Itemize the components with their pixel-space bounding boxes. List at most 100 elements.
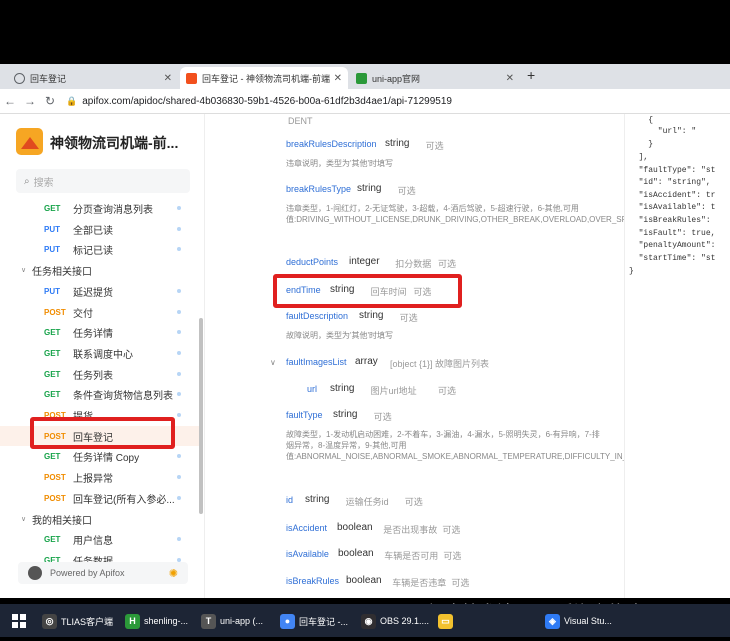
theme-toggle-icon[interactable]: ✺ (169, 567, 178, 580)
sidebar-api-item[interactable]: GET 任务详情 (0, 322, 200, 342)
status-dot (177, 372, 181, 376)
project-logo (16, 128, 43, 155)
param-type: string (333, 409, 358, 420)
sidebar-api-item[interactable]: POST 回车登记(所有入参必... (0, 488, 200, 508)
sidebar-api-item[interactable]: GET 条件查询货物信息列表 (0, 384, 200, 404)
url-field[interactable]: apifox.com/apidoc/shared-4b036830-59b1-4… (82, 96, 452, 107)
http-method-badge: GET (44, 369, 61, 379)
param-fragment: DENT (288, 116, 313, 126)
reload-icon[interactable]: ↻ (40, 94, 60, 108)
obs-icon: ◉ (361, 613, 376, 629)
api-label: 用户信息 (73, 535, 113, 547)
param-body: 故障说明，类型为'其他'时填写 (286, 331, 394, 340)
api-label: 联系调度中心 (73, 349, 133, 361)
status-dot (177, 330, 181, 334)
param-optional: 可选 (397, 186, 416, 196)
browser-tab-1[interactable]: 回车登记 ✕ (8, 67, 178, 89)
http-method-badge: POST (44, 472, 66, 482)
sidebar-api-item[interactable]: GET 任务列表 (0, 364, 200, 384)
sidebar-api-item[interactable]: POST 交付 (0, 302, 200, 322)
status-dot (177, 310, 181, 314)
chrome-icon: ● (280, 613, 295, 629)
http-method-badge: GET (44, 389, 61, 399)
close-icon[interactable]: ✕ (506, 73, 514, 84)
json-line: } (629, 267, 634, 276)
highlight-selected-api (30, 417, 175, 449)
param-optional: 可选 (404, 497, 423, 507)
hbuilder-icon: H (125, 613, 140, 629)
sidebar-api-item[interactable]: PUT 标记已读 (0, 239, 200, 259)
param-name: faultImagesList (286, 357, 347, 367)
close-icon[interactable]: ✕ (164, 73, 172, 84)
chevron-down-icon[interactable]: ∨ (270, 358, 276, 367)
sidebar-api-item[interactable]: POST 上报异常 (0, 467, 200, 487)
taskbar-item[interactable]: ◎ TLIAS客户端 (42, 608, 113, 634)
taskbar: ◎ TLIAS客户端 Hshenling-... Tuni-app (... ● 回车登记… (0, 604, 730, 637)
status-dot (177, 227, 181, 231)
api-label: 条件查询货物信息列表 (73, 390, 173, 402)
api-label: 全部已读 (73, 225, 113, 237)
folder-label: 任务相关接口 (32, 266, 92, 278)
lock-icon[interactable]: 🔒 (66, 96, 77, 107)
taskbar-item[interactable]: ● 回车登记 -... (280, 608, 348, 634)
sidebar-api-item[interactable]: GET 任务详情 Copy (0, 446, 200, 466)
vscode-icon: ◈ (545, 613, 560, 629)
param-optional: 可选 (399, 313, 418, 323)
param-optional: 可选 (373, 412, 392, 422)
taskbar-item[interactable]: Hshenling-... (125, 608, 188, 634)
folder-label: 我的相关接口 (32, 515, 92, 527)
param-name: breakRulesType (286, 184, 352, 194)
search-icon: ⌕ (24, 175, 30, 187)
status-dot (177, 496, 181, 500)
param-name: id (286, 495, 294, 505)
taskbar-item[interactable]: ▭ (438, 608, 457, 634)
taskbar-item[interactable]: Tuni-app (... (201, 608, 263, 634)
param-optional: 可选 (443, 551, 462, 561)
json-line: } (629, 140, 654, 149)
api-label: 标记已读 (73, 245, 113, 257)
forward-icon[interactable]: → (20, 94, 40, 108)
api-label: 上报异常 (73, 473, 113, 485)
json-line: "isBreakRules": (629, 216, 711, 225)
sidebar-api-item[interactable]: GET 联系调度中心 (0, 343, 200, 363)
sidebar-api-item[interactable]: GET 用户信息 (0, 529, 200, 549)
sidebar-api-item[interactable]: PUT 全部已读 (0, 219, 200, 239)
powered-by-label: Powered by Apifox (50, 568, 125, 578)
taskbar-item[interactable]: ◈ Visual Stu... (545, 608, 612, 634)
taskbar-item-label: 回车登记 -... (299, 616, 348, 627)
scrollbar[interactable] (199, 318, 203, 514)
taskbar-item[interactable]: ◉ OBS 29.1.... (361, 608, 429, 634)
browser-tab-3[interactable]: uni-app官网 ✕ (350, 67, 520, 89)
api-label: 延迟提货 (73, 287, 113, 299)
status-dot (177, 392, 181, 396)
apifox-icon (28, 566, 42, 580)
http-method-badge: PUT (44, 244, 60, 254)
windows-start-icon[interactable] (12, 614, 26, 628)
http-method-badge: GET (44, 534, 61, 544)
taskbar-item-label: Visual Stu... (564, 616, 612, 626)
sidebar-api-item[interactable]: GET 分页查询消息列表 (0, 198, 200, 218)
search-input[interactable]: ⌕ 搜索 (16, 169, 190, 193)
http-method-badge: GET (44, 327, 61, 337)
param-type: string (359, 310, 384, 321)
param-name: faultType (286, 410, 323, 420)
close-icon[interactable]: ✕ (334, 73, 342, 84)
param-description: 运输任务id (345, 497, 389, 507)
browser-tab-2[interactable]: 回车登记 - 神领物流司机端-前端 ✕ (180, 67, 348, 89)
new-tab-icon[interactable]: + (527, 67, 535, 83)
json-line: ], (629, 153, 649, 162)
param-description: 是否出现事故 (383, 525, 438, 535)
json-line: "isFault": true, (629, 229, 716, 238)
status-dot (177, 537, 181, 541)
param-type: boolean (338, 548, 374, 559)
sidebar-api-item[interactable]: PUT 延迟提货 (0, 281, 200, 301)
back-icon[interactable]: ← (0, 94, 20, 108)
api-label: 任务列表 (73, 370, 113, 382)
tlias-icon: ◎ (42, 613, 57, 629)
apifox-icon (186, 72, 197, 84)
param-body: 违章说明，类型为'其他'时填写 (286, 159, 394, 168)
param-optional: 可选 (451, 578, 470, 588)
tab-title: 回车登记 - 神领物流司机端-前端 (202, 73, 330, 84)
api-label: 任务详情 Copy (73, 452, 140, 464)
param-name: isAccident (286, 523, 328, 533)
